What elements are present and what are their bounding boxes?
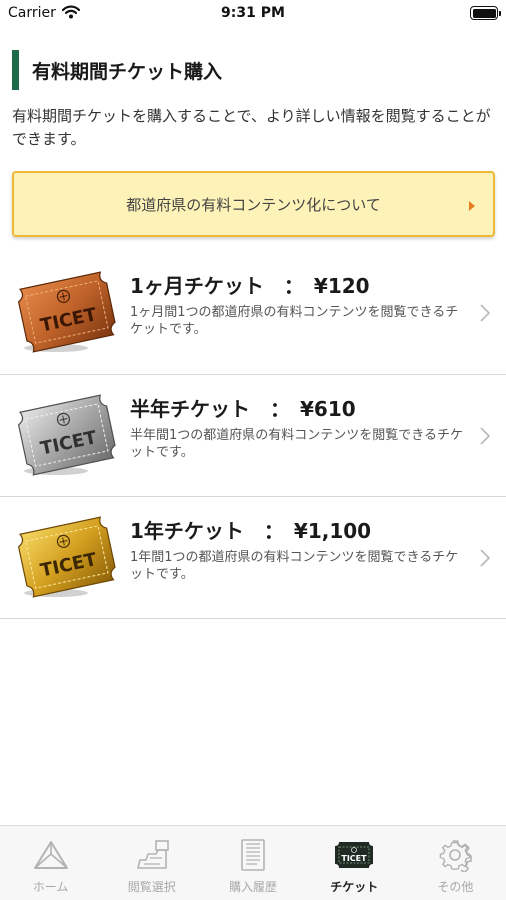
chevron-right-icon <box>480 549 490 567</box>
ticket-list: TICET 1ヶ月チケット ： ¥120 1ヶ月間1つの都道府県の有料コンテンツ… <box>0 252 506 619</box>
ticket-description: 1ヶ月間1つの都道府県の有料コンテンツを閲覧できるチケットです。 <box>130 305 459 337</box>
ticket-row-1-month[interactable]: TICET 1ヶ月チケット ： ¥120 1ヶ月間1つの都道府県の有料コンテンツ… <box>0 252 506 375</box>
ticket-row-half-year[interactable]: TICET 半年チケット ： ¥610 半年間1つの都道府県の有料コンテンツを閲… <box>0 375 506 497</box>
ticket-description: 半年間1つの都道府県の有料コンテンツを閲覧できるチケットです。 <box>130 428 464 460</box>
ticket-name: 半年チケット ： ¥610 <box>130 397 356 421</box>
chevron-right-icon <box>480 427 490 445</box>
tab-purchase-history[interactable]: 購入履歴 <box>202 826 303 900</box>
page-header: 有料期間チケット購入 <box>12 50 222 90</box>
tab-home[interactable]: ホーム <box>0 826 101 900</box>
banner-label: 都道府県の有料コンテンツ化について <box>126 195 381 214</box>
ticket-name: 1年チケット ： ¥1,100 <box>130 519 372 543</box>
bronze-ticket-icon: TICET <box>17 271 116 353</box>
svg-text:TICET: TICET <box>342 854 368 863</box>
purchase-history-icon <box>241 839 265 871</box>
tab-ticket[interactable]: TICET チケット <box>304 826 405 900</box>
home-icon <box>33 841 68 869</box>
browse-select-icon <box>136 840 169 869</box>
gear-icon <box>440 840 473 872</box>
ticket-icon: TICET <box>335 842 374 868</box>
gold-ticket-icon: TICET <box>17 516 116 598</box>
tab-other[interactable]: その他 <box>405 826 506 900</box>
battery-icon <box>470 6 501 20</box>
header-accent-bar <box>12 50 19 90</box>
paid-content-info-banner[interactable]: 都道府県の有料コンテンツ化について <box>12 171 495 237</box>
tab-label: 閲覧選択 <box>127 880 176 894</box>
page-title: 有料期間チケット購入 <box>32 60 223 83</box>
tab-bar: ホーム 閲覧選択 購入履歴 TICET チケット その他 <box>0 825 506 900</box>
tab-label: チケット <box>330 880 379 894</box>
tab-browse-select[interactable]: 閲覧選択 <box>101 826 202 900</box>
ticket-row-1-year[interactable]: TICET 1年チケット ： ¥1,100 1年間1つの都道府県の有料コンテンツ… <box>0 497 506 619</box>
intro-text: 有料期間チケットを購入することで、より詳しい情報を閲覧することができます。 <box>12 107 491 148</box>
silver-ticket-icon: TICET <box>17 394 116 476</box>
arrow-right-icon <box>469 201 475 211</box>
status-bar: Carrier 9:31 PM <box>0 0 506 28</box>
tab-label: ホーム <box>32 880 69 894</box>
tab-label: その他 <box>437 880 474 894</box>
ticket-description: 1年間1つの都道府県の有料コンテンツを閲覧できるチケットです。 <box>130 550 459 582</box>
tab-label: 購入履歴 <box>229 880 278 894</box>
status-time: 9:31 PM <box>221 5 285 21</box>
ticket-name: 1ヶ月チケット ： ¥120 <box>130 274 370 298</box>
chevron-right-icon <box>480 304 490 322</box>
